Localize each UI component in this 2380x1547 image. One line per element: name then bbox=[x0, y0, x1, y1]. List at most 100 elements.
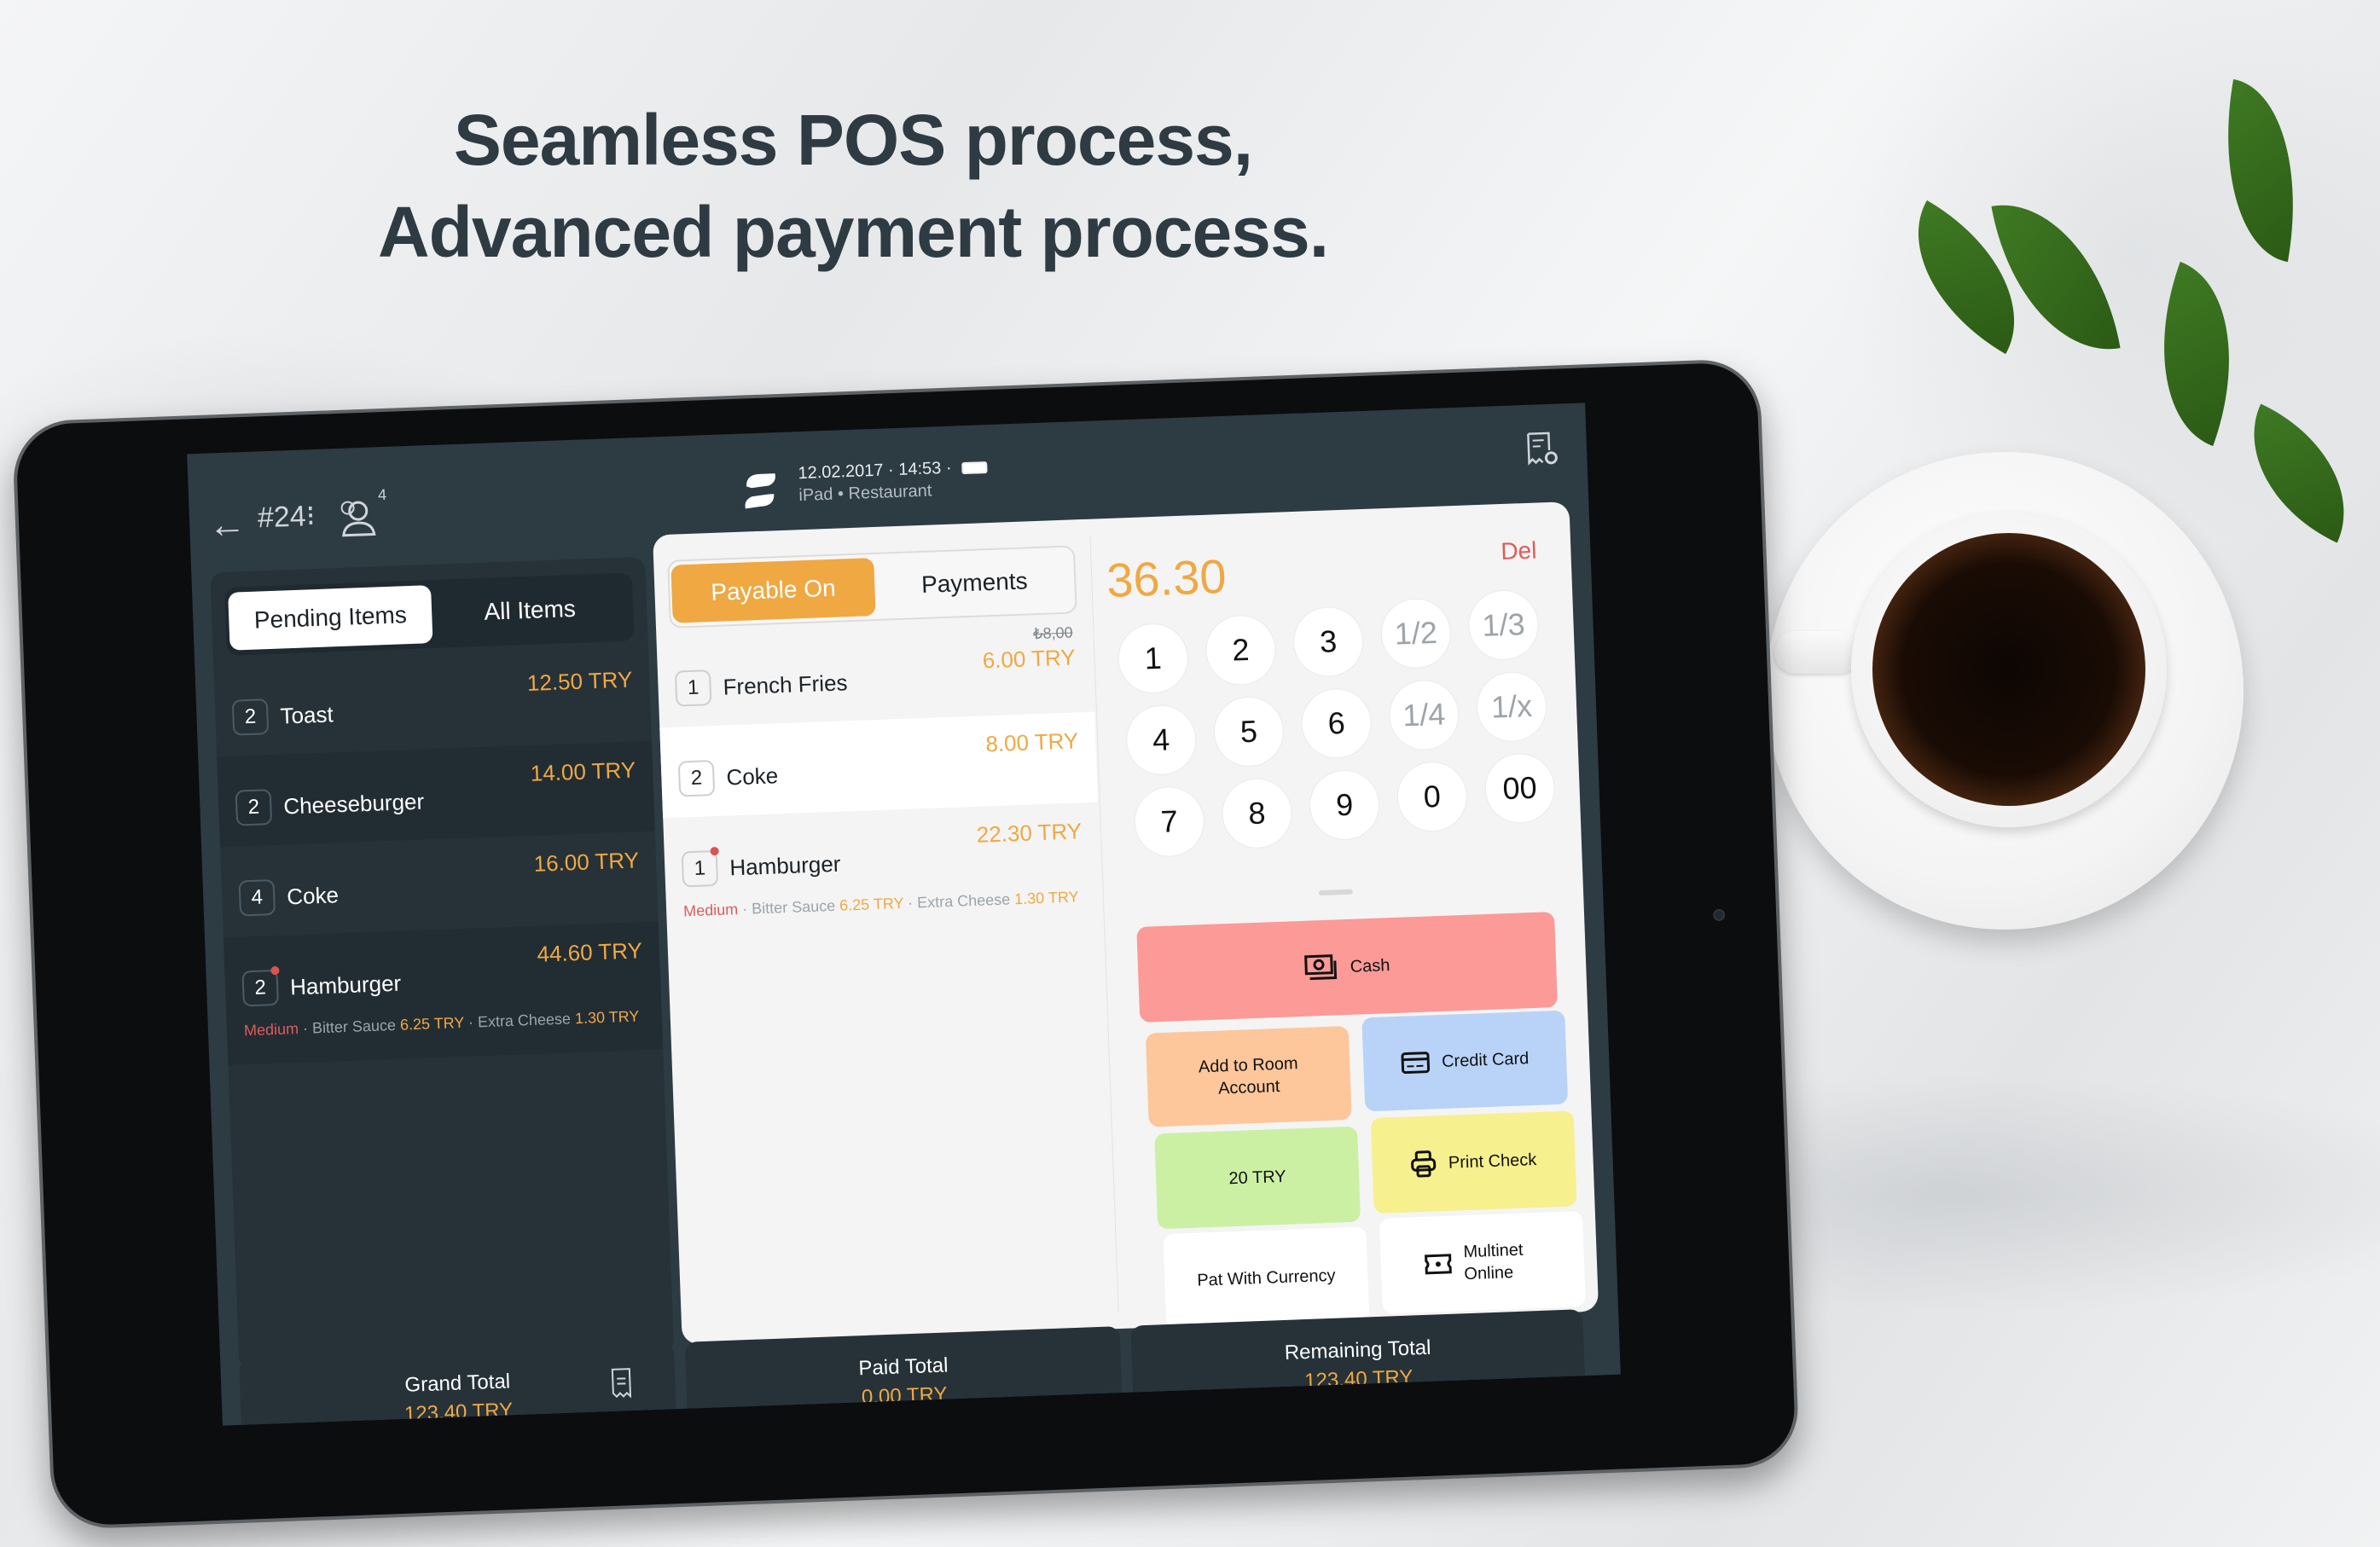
quick-amount-button[interactable]: 20 TRY bbox=[1154, 1126, 1361, 1230]
add-to-room-button[interactable]: Add to Room Account bbox=[1145, 1025, 1352, 1127]
order-number[interactable]: #24⁝ bbox=[257, 499, 316, 535]
delete-button[interactable]: Del bbox=[1501, 537, 1537, 566]
print-check-button[interactable]: Print Check bbox=[1370, 1110, 1577, 1214]
item-modifiers: Medium · Bitter Sauce 6.25 TRY · Extra C… bbox=[682, 888, 1079, 920]
item-name: Hamburger bbox=[729, 850, 841, 881]
tab-payable-on[interactable]: Payable On bbox=[670, 558, 876, 623]
room-label: Add to Room Account bbox=[1198, 1054, 1299, 1098]
multinet-label: Multinet Online bbox=[1463, 1240, 1524, 1284]
back-arrow-icon[interactable]: ← bbox=[207, 503, 247, 548]
original-price: ₺8,00 bbox=[1032, 623, 1073, 643]
amount-display: 36.30 bbox=[1106, 548, 1228, 607]
item-name: Toast bbox=[279, 701, 334, 729]
leaf-decoration bbox=[2203, 78, 2318, 263]
key-2[interactable]: 2 bbox=[1204, 613, 1277, 687]
guests-icon bbox=[340, 501, 376, 537]
camera bbox=[1712, 908, 1726, 922]
headline-line-2: Advanced payment process. bbox=[377, 192, 1329, 272]
modifier-size: Medium bbox=[682, 901, 739, 920]
multinet-online-button[interactable]: Multinet Online bbox=[1379, 1211, 1586, 1314]
item-quantity: 1 bbox=[674, 669, 712, 707]
quantity-value: 2 bbox=[253, 976, 267, 999]
item-quantity: 4 bbox=[238, 879, 276, 917]
key-half[interactable]: 1/2 bbox=[1379, 597, 1453, 670]
receipt-settings-icon[interactable] bbox=[1523, 429, 1562, 468]
item-quantity: 2 bbox=[235, 789, 273, 826]
key-5[interactable]: 5 bbox=[1212, 695, 1286, 768]
list-item[interactable]: 2 Toast 12.50 TRY bbox=[213, 651, 652, 757]
payment-card: Payable On Payments ₺8,00 1 French Fries… bbox=[653, 501, 1599, 1345]
item-quantity: 2 bbox=[677, 760, 716, 797]
key-reciprocal[interactable]: 1/x bbox=[1475, 670, 1548, 744]
pending-items-panel: Pending Items All Items 2 Toast 12.50 TR… bbox=[210, 556, 675, 1370]
location: Restaurant bbox=[848, 481, 932, 504]
credit-card-icon bbox=[1401, 1052, 1430, 1075]
leaf-decoration bbox=[2220, 403, 2377, 543]
tab-all-items[interactable]: All Items bbox=[427, 577, 632, 643]
modifier-size: Medium bbox=[243, 1020, 299, 1040]
key-9[interactable]: 9 bbox=[1308, 768, 1381, 842]
key-1[interactable]: 1 bbox=[1117, 622, 1190, 695]
list-item[interactable]: 2 Hamburger 44.60 TRY Medium · Bitter Sa… bbox=[223, 921, 664, 1066]
note-indicator bbox=[710, 846, 719, 856]
list-item[interactable]: ₺8,00 1 French Fries 6.00 TRY bbox=[656, 622, 1094, 728]
credit-card-label: Credit Card bbox=[1441, 1049, 1530, 1071]
item-price: 14.00 TRY bbox=[530, 756, 636, 786]
modifier-sauce-price: 6.25 TRY bbox=[399, 1013, 465, 1034]
key-quarter[interactable]: 1/4 bbox=[1387, 679, 1460, 751]
pos-screen: ← #24⁝ 4 12.02.2017 · 14:53 · iPad • Res… bbox=[187, 403, 1621, 1426]
cash-button[interactable]: Cash bbox=[1136, 912, 1559, 1023]
item-price: 12.50 TRY bbox=[526, 666, 633, 696]
key-third[interactable]: 1/3 bbox=[1467, 588, 1541, 662]
cash-label: Cash bbox=[1350, 956, 1390, 976]
marketing-headline: Seamless POS process, Advanced payment p… bbox=[0, 94, 1706, 278]
list-item[interactable]: 2 Coke 8.00 TRY bbox=[659, 711, 1098, 819]
item-price: 6.00 TRY bbox=[982, 644, 1077, 674]
list-item[interactable]: 4 Coke 16.00 TRY bbox=[220, 831, 659, 938]
key-0[interactable]: 0 bbox=[1396, 760, 1469, 833]
pending-items-list: 2 Toast 12.50 TRY 2 Cheeseburger 14.00 T… bbox=[213, 651, 664, 1066]
key-6[interactable]: 6 bbox=[1300, 687, 1373, 760]
modifier-sauce-price: 6.25 TRY bbox=[839, 895, 904, 914]
battery-icon bbox=[961, 461, 988, 474]
guests-button[interactable]: 4 bbox=[334, 486, 386, 544]
key-7[interactable]: 7 bbox=[1133, 785, 1206, 858]
ticket-icon bbox=[1425, 1254, 1452, 1275]
drag-handle[interactable] bbox=[1318, 889, 1354, 896]
item-quantity: 2 bbox=[241, 965, 280, 1007]
list-item[interactable]: 1 Hamburger 22.30 TRY Medium · Bitter Sa… bbox=[663, 802, 1102, 947]
pay-with-currency-button[interactable]: Pat With Currency bbox=[1163, 1226, 1370, 1330]
numeric-keypad: 1 2 3 1/2 1/3 4 5 6 1/4 1/x 7 8 9 0 00 bbox=[1117, 588, 1560, 858]
date: 12.02.2017 bbox=[798, 461, 884, 484]
item-price: 44.60 TRY bbox=[537, 937, 643, 967]
modifier-extra-price: 1.30 TRY bbox=[574, 1007, 640, 1028]
item-name: Coke bbox=[725, 762, 779, 791]
quick-amount-label: 20 TRY bbox=[1228, 1167, 1287, 1189]
payable-panel: Payable On Payments ₺8,00 1 French Fries… bbox=[653, 519, 1117, 1345]
quantity-value: 1 bbox=[694, 856, 706, 880]
printer-icon bbox=[1411, 1150, 1437, 1178]
tab-pending-items[interactable]: Pending Items bbox=[228, 585, 433, 651]
payable-items-list: ₺8,00 1 French Fries 6.00 TRY 2 Coke 8.0… bbox=[656, 622, 1102, 946]
list-item[interactable]: 2 Cheeseburger 14.00 TRY bbox=[217, 740, 655, 848]
payable-tab-switch: Payable On Payments bbox=[667, 545, 1077, 629]
item-quantity: 2 bbox=[231, 698, 270, 736]
print-check-label: Print Check bbox=[1448, 1150, 1537, 1173]
item-price: 16.00 TRY bbox=[533, 847, 640, 877]
modifier-extra: Extra Cheese bbox=[916, 890, 1011, 912]
coffee bbox=[1872, 533, 2145, 806]
tab-payments[interactable]: Payments bbox=[872, 550, 1077, 616]
modifier-extra-price: 1.30 TRY bbox=[1013, 888, 1079, 908]
device-info: 12.02.2017 · 14:53 · iPad • Restaurant bbox=[798, 455, 988, 507]
tablet: ← #24⁝ 4 12.02.2017 · 14:53 · iPad • Res… bbox=[9, 273, 1809, 1547]
receipt-icon[interactable] bbox=[610, 1366, 633, 1399]
item-name: Coke bbox=[286, 882, 340, 910]
key-3[interactable]: 3 bbox=[1292, 605, 1365, 679]
key-8[interactable]: 8 bbox=[1220, 777, 1293, 850]
credit-card-button[interactable]: Credit Card bbox=[1361, 1010, 1569, 1112]
key-00[interactable]: 00 bbox=[1483, 751, 1557, 825]
key-4[interactable]: 4 bbox=[1124, 704, 1198, 777]
headline-line-1: Seamless POS process, bbox=[453, 100, 1253, 180]
modifier-sauce: Bitter Sauce bbox=[751, 896, 836, 918]
item-name: Hamburger bbox=[289, 970, 402, 1000]
